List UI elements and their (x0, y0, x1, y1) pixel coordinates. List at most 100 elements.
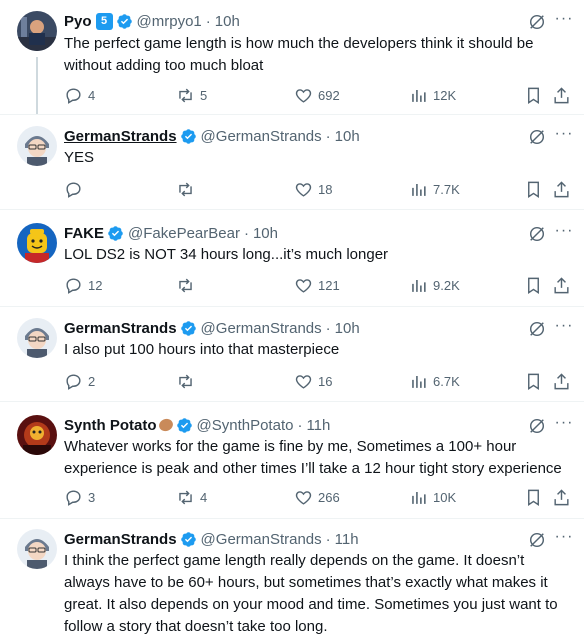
like-count: 18 (318, 181, 333, 197)
timestamp[interactable]: 10h (215, 13, 240, 30)
verified-icon (180, 320, 196, 336)
handle[interactable]: @FakePearBear (128, 225, 240, 242)
bookmark-icon (528, 181, 539, 198)
avatar[interactable] (17, 529, 57, 569)
views-icon (412, 183, 426, 196)
bookmark-button[interactable] (524, 371, 543, 391)
avatar[interactable] (17, 126, 57, 166)
reply-button[interactable]: 4 (64, 85, 95, 105)
more-icon[interactable]: ··· (554, 126, 574, 146)
views-button[interactable]: 9.2K (409, 275, 460, 295)
repost-button[interactable]: 5 (176, 85, 207, 105)
bookmark-button[interactable] (524, 179, 543, 199)
views-count: 6.7K (433, 373, 460, 389)
heart-icon (295, 182, 312, 197)
avatar[interactable] (17, 415, 57, 455)
display-name[interactable]: Synth Potato (64, 417, 157, 434)
bookmark-button[interactable] (524, 487, 543, 507)
like-button[interactable]: 16 (294, 371, 332, 391)
repost-button[interactable] (176, 275, 200, 295)
heart-icon (295, 278, 312, 293)
display-name[interactable]: GermanStrands (64, 531, 177, 548)
share-icon (554, 276, 569, 293)
badge: 5 (95, 12, 113, 30)
more-icon[interactable]: ··· (554, 415, 574, 435)
grok-icon[interactable] (528, 13, 546, 31)
grok-icon[interactable] (528, 320, 546, 338)
reply-button[interactable]: 12 (64, 275, 102, 295)
like-button[interactable]: 121 (294, 275, 340, 295)
handle[interactable]: @SynthPotato (197, 417, 294, 434)
verified-icon (176, 417, 192, 433)
grok-icon[interactable] (528, 128, 546, 146)
thread-line (36, 57, 38, 115)
reply-count: 3 (88, 489, 96, 505)
share-button[interactable] (552, 275, 571, 295)
handle[interactable]: @mrpyo1 (137, 13, 202, 30)
reply-button[interactable]: 2 (64, 371, 95, 391)
tweet-text: I also put 100 hours into that masterpie… (64, 341, 340, 358)
timestamp[interactable]: 11h (306, 417, 330, 434)
handle[interactable]: @GermanStrands (201, 128, 322, 145)
share-button[interactable] (552, 487, 571, 507)
avatar[interactable] (17, 318, 57, 358)
share-icon (554, 372, 569, 389)
tweet-text: LOL DS2 is NOT 34 hours long...it’s much… (64, 246, 389, 263)
repost-button[interactable] (176, 371, 200, 391)
share-button[interactable] (552, 179, 571, 199)
views-button[interactable]: 6.7K (409, 371, 460, 391)
display-name[interactable]: FAKE (64, 225, 104, 242)
tweet-header: Synth Potato @SynthPotato · 11h (64, 415, 330, 435)
tweet-text: I think the perfect game length really d… (64, 552, 558, 634)
display-name[interactable]: Pyo (64, 13, 92, 30)
views-icon (412, 279, 426, 292)
reply-feed: Pyo 5 @mrpyo1 · 10h ··· The perfect game… (0, 0, 584, 634)
separator: · (205, 12, 211, 30)
handle[interactable]: @GermanStrands (201, 320, 322, 337)
like-button[interactable]: 18 (294, 179, 332, 199)
repost-button[interactable]: 4 (176, 487, 207, 507)
bookmark-button[interactable] (524, 85, 543, 105)
display-name[interactable]: GermanStrands (64, 128, 177, 145)
tweet-actions: 12 121 9.2K (64, 275, 584, 295)
reply-button[interactable]: 3 (64, 487, 95, 507)
grok-icon[interactable] (528, 225, 546, 243)
views-button[interactable]: 7.7K (409, 179, 460, 199)
more-icon[interactable]: ··· (554, 529, 574, 549)
grok-icon[interactable] (528, 417, 546, 435)
reply-count: 12 (88, 277, 103, 293)
divider (0, 209, 584, 210)
repost-count: 5 (200, 87, 208, 103)
share-button[interactable] (552, 371, 571, 391)
timestamp[interactable]: 10h (253, 225, 278, 242)
reply-icon (66, 87, 81, 104)
tweet-header: FAKE @FakePearBear · 10h (64, 223, 278, 243)
reply-button[interactable] (64, 179, 88, 199)
share-icon (554, 86, 569, 103)
handle[interactable]: @GermanStrands (201, 531, 322, 548)
like-button[interactable]: 692 (294, 85, 340, 105)
timestamp[interactable]: 10h (335, 320, 360, 337)
repost-icon (179, 374, 192, 388)
bookmark-button[interactable] (524, 275, 543, 295)
display-name[interactable]: GermanStrands (64, 320, 177, 337)
more-icon[interactable]: ··· (554, 11, 574, 31)
like-button[interactable]: 266 (294, 487, 340, 507)
views-button[interactable]: 12K (409, 85, 456, 105)
reply-count: 4 (88, 87, 96, 103)
views-button[interactable]: 10K (409, 487, 456, 507)
verified-icon (116, 13, 132, 29)
timestamp[interactable]: 10h (335, 128, 360, 145)
avatar[interactable] (17, 223, 57, 263)
more-icon[interactable]: ··· (554, 318, 574, 338)
divider (0, 114, 584, 115)
views-count: 10K (433, 489, 457, 505)
repost-icon (179, 278, 192, 292)
avatar[interactable] (17, 11, 57, 51)
grok-icon[interactable] (528, 531, 546, 549)
timestamp[interactable]: 11h (335, 531, 359, 548)
share-button[interactable] (552, 85, 571, 105)
repost-button[interactable] (176, 179, 200, 199)
more-icon[interactable]: ··· (554, 223, 574, 243)
tweet-actions: 2 16 6.7K (64, 371, 584, 391)
